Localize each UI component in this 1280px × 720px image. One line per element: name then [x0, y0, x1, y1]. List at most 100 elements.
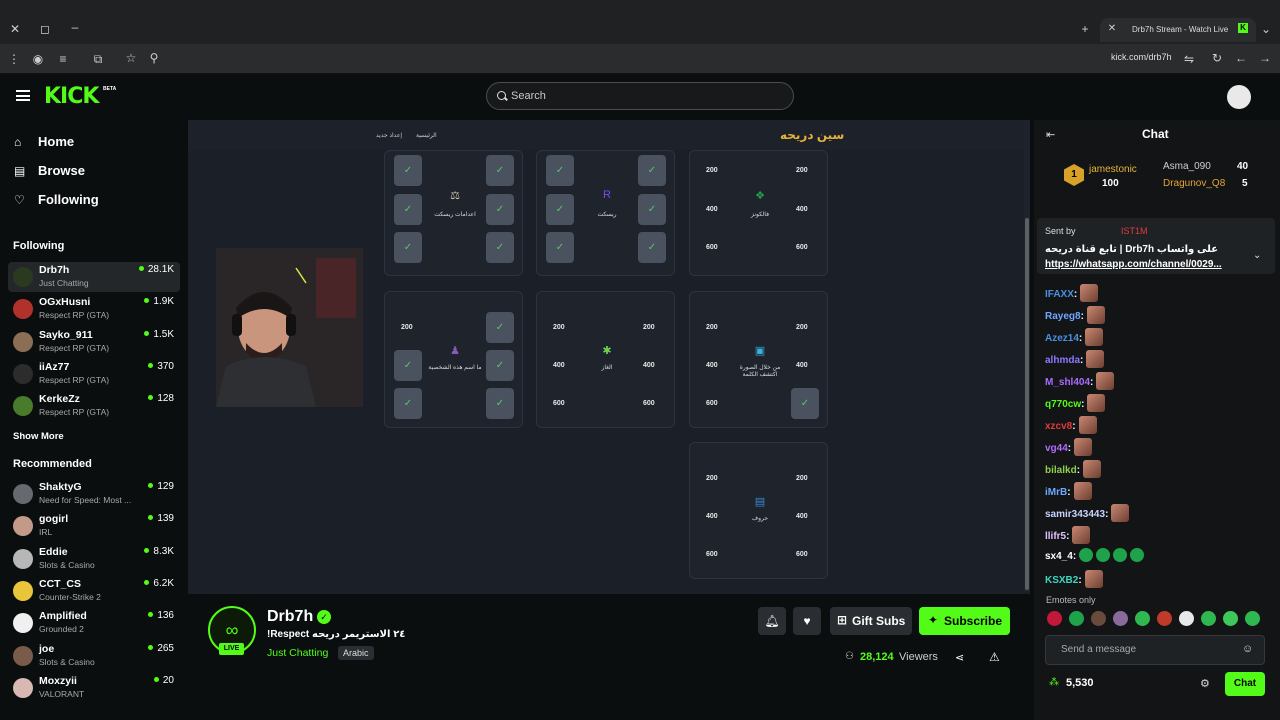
answered-cell[interactable]: ✓ [638, 155, 666, 186]
answered-cell[interactable]: ✓ [546, 155, 574, 186]
chat-username[interactable]: vg44 [1045, 443, 1068, 454]
channel-row[interactable]: Drb7h Just Chatting 28.1K [8, 262, 180, 292]
sidebar-toggle-icon[interactable]: ≡ [55, 52, 71, 66]
channel-points[interactable]: 5,530 [1066, 677, 1094, 689]
points-value[interactable]: 600 [553, 400, 565, 407]
channel-row[interactable]: Eddie Slots & Casino 8.3K [8, 544, 180, 574]
points-value[interactable]: 200 [796, 324, 808, 331]
emoji-picker-icon[interactable]: ☺ [1242, 643, 1253, 655]
reload-icon[interactable]: ↻ [1209, 51, 1225, 65]
leader-3-name[interactable]: Dragunov_Q8 [1163, 178, 1225, 189]
leader-1-name[interactable]: jamestonic [1089, 164, 1137, 175]
emote-icon[interactable] [1113, 611, 1128, 626]
menu-dots-icon[interactable]: ⋮ [6, 52, 22, 66]
points-value[interactable]: 200 [706, 324, 718, 331]
notification-bell-button[interactable]: 🔔︎ [758, 607, 786, 635]
emote-icon[interactable] [1245, 611, 1260, 626]
chat-message[interactable]: KSXB2: [1045, 570, 1103, 588]
points-value[interactable]: 200 [796, 475, 808, 482]
key-icon[interactable]: ⚲ [146, 51, 162, 65]
points-value[interactable]: 200 [706, 167, 718, 174]
chat-message[interactable]: M_shl404: [1045, 372, 1115, 390]
streamer-name[interactable]: Drb7h [267, 608, 313, 626]
channel-row[interactable]: iiAz77 Respect RP (GTA) 370 [8, 359, 180, 389]
chat-message[interactable]: bilalkd: [1045, 460, 1102, 478]
chat-message[interactable]: llifr5: [1045, 526, 1091, 544]
close-window-icon[interactable]: ✕ [7, 22, 23, 36]
chat-message[interactable]: sx4_4: [1045, 548, 1145, 566]
new-tab-icon[interactable]: + [1077, 22, 1093, 36]
points-value[interactable]: 200 [643, 324, 655, 331]
channel-row[interactable]: OGxHusni Respect RP (GTA) 1.9K [8, 294, 180, 324]
language-tag[interactable]: Arabic [338, 646, 374, 660]
answered-cell[interactable]: ✓ [791, 388, 819, 419]
answered-cell[interactable]: ✓ [546, 194, 574, 225]
answered-cell[interactable]: ✓ [394, 194, 422, 225]
chat-message[interactable]: vg44: [1045, 438, 1093, 456]
emote-icon[interactable] [1047, 611, 1062, 626]
answered-cell[interactable]: ✓ [486, 155, 514, 186]
chat-username[interactable]: alhmda [1045, 355, 1080, 366]
nav-browse[interactable]: Browse [38, 163, 85, 178]
points-value[interactable]: 400 [796, 362, 808, 369]
chat-message[interactable]: IFAXX: [1045, 284, 1099, 302]
chat-message[interactable]: xzcv8: [1045, 416, 1097, 434]
chat-message[interactable]: Azez14: [1045, 328, 1104, 346]
channel-row[interactable]: ShaktyG Need for Speed: Most ... 129 [8, 479, 180, 509]
subscribe-button[interactable]: ✦ Subscribe [919, 607, 1010, 635]
answered-cell[interactable]: ✓ [486, 388, 514, 419]
answered-cell[interactable]: ✓ [486, 232, 514, 263]
emote-icon[interactable] [1179, 611, 1194, 626]
kick-logo[interactable]: KICK [44, 84, 99, 109]
tab-close-icon[interactable]: ✕ [1104, 22, 1120, 36]
extensions-icon[interactable]: ⧉ [90, 52, 106, 66]
points-value[interactable]: 200 [796, 167, 808, 174]
points-value[interactable]: 600 [706, 244, 718, 251]
chat-username[interactable]: sx4_4 [1045, 551, 1073, 562]
browser-tab-active[interactable]: Drb7h Stream - Watch Live [1100, 18, 1256, 42]
emote-icon[interactable] [1069, 611, 1084, 626]
answered-cell[interactable]: ✓ [638, 194, 666, 225]
chat-username[interactable]: Azez14 [1045, 333, 1079, 344]
emote-icon[interactable] [1091, 611, 1106, 626]
answered-cell[interactable]: ✓ [486, 350, 514, 381]
minimize-window-icon[interactable]: – [67, 20, 83, 34]
channel-row[interactable]: Sayko_911 Respect RP (GTA) 1.5K [8, 327, 180, 357]
channel-row[interactable]: Moxzyii VALORANT 20 [8, 673, 180, 703]
chat-settings-gear-icon[interactable]: ⚙ [1200, 677, 1210, 690]
pinned-sender[interactable]: IST1M [1121, 226, 1148, 236]
url-text[interactable]: kick.com/drb7h [1111, 52, 1172, 62]
answered-cell[interactable]: ✓ [394, 155, 422, 186]
video-scroll-thumb[interactable] [1025, 218, 1029, 590]
emote-icon[interactable] [1157, 611, 1172, 626]
chat-username[interactable]: Rayeg8 [1045, 311, 1081, 322]
channel-row[interactable]: KerkeZz Respect RP (GTA) 128 [8, 391, 180, 421]
answered-cell[interactable]: ✓ [638, 232, 666, 263]
points-value[interactable]: 200 [401, 324, 413, 331]
leader-2-name[interactable]: Asma_090 [1163, 161, 1211, 172]
chat-username[interactable]: IFAXX [1045, 289, 1074, 300]
answered-cell[interactable]: ✓ [394, 388, 422, 419]
show-more-button[interactable]: Show More [13, 431, 64, 442]
points-value[interactable]: 200 [553, 324, 565, 331]
emote-icon[interactable] [1135, 611, 1150, 626]
chat-username[interactable]: KSXB2 [1045, 575, 1078, 586]
chat-message[interactable]: iMrB: [1045, 482, 1092, 500]
chat-username[interactable]: llifr5 [1045, 531, 1066, 542]
channel-row[interactable]: joe Slots & Casino 265 [8, 641, 180, 671]
points-value[interactable]: 400 [706, 362, 718, 369]
restore-window-icon[interactable]: ◻ [37, 22, 53, 36]
points-value[interactable]: 400 [796, 206, 808, 213]
chat-username[interactable]: iMrB [1045, 487, 1067, 498]
chat-message[interactable]: samir343443: [1045, 504, 1130, 522]
collapse-chat-icon[interactable]: ⇤ [1046, 128, 1055, 141]
chat-username[interactable]: q770cw [1045, 399, 1081, 410]
emote-bar[interactable] [1047, 611, 1267, 629]
points-value[interactable]: 200 [706, 475, 718, 482]
answered-cell[interactable]: ✓ [486, 312, 514, 343]
points-value[interactable]: 400 [706, 513, 718, 520]
channel-row[interactable]: CCT_CS Counter-Strike 2 6.2K [8, 576, 180, 606]
points-value[interactable]: 600 [706, 551, 718, 558]
answered-cell[interactable]: ✓ [394, 350, 422, 381]
channel-row[interactable]: Amplified Grounded 2 136 [8, 608, 180, 638]
